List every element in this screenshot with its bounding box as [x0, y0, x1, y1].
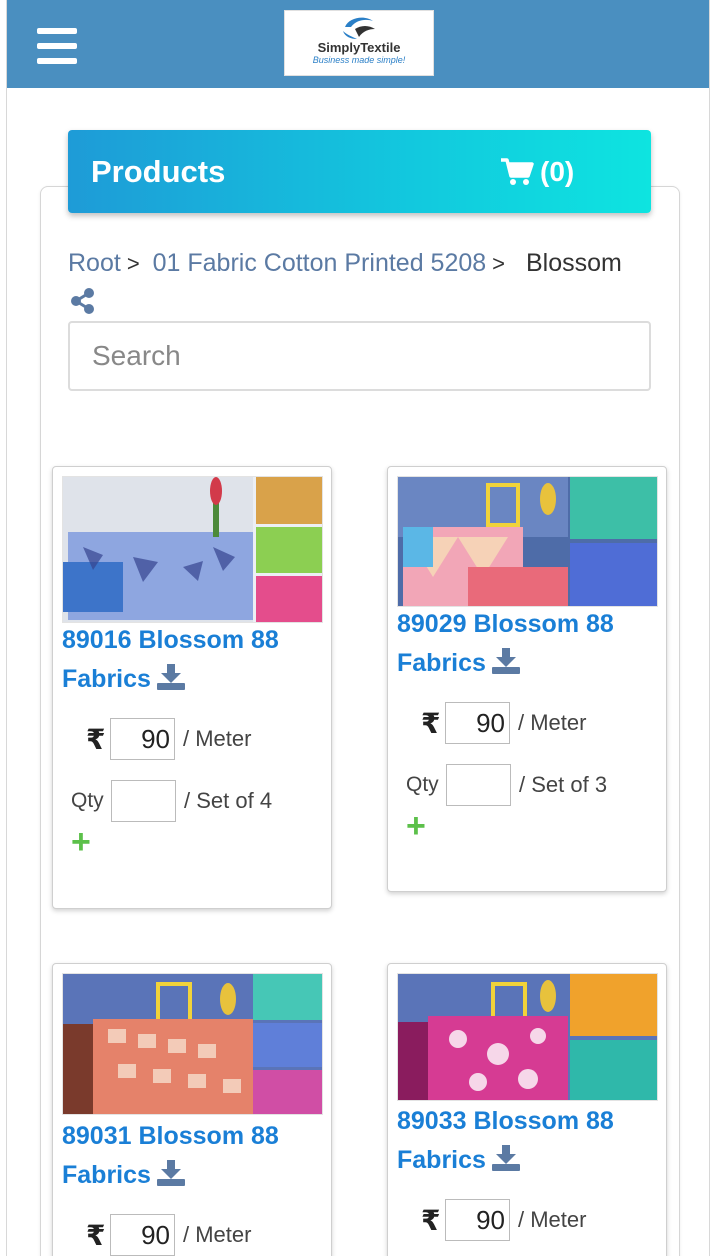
- price-unit: / Meter: [518, 710, 587, 735]
- logo-brand-text: SimplyTextile: [317, 40, 401, 55]
- share-icon[interactable]: [70, 288, 96, 319]
- logo-tagline: Business made simple!: [312, 55, 406, 65]
- download-icon[interactable]: [491, 647, 520, 686]
- download-icon[interactable]: [491, 1144, 520, 1183]
- products-title: Products: [91, 154, 226, 189]
- product-card: 89031 Blossom 88 Fabrics ₹ 90 / Meter: [52, 963, 332, 1256]
- qty-label: Qty: [71, 789, 104, 812]
- price-row: ₹ 90 / Meter: [421, 702, 586, 744]
- breadcrumb-category[interactable]: 01 Fabric Cotton Printed 5208: [153, 249, 487, 277]
- price-field[interactable]: 90: [110, 718, 175, 760]
- price-unit: / Meter: [183, 1222, 252, 1247]
- product-image[interactable]: [62, 476, 323, 623]
- price-field[interactable]: 90: [445, 702, 510, 744]
- breadcrumb-root[interactable]: Root: [68, 249, 121, 277]
- product-image[interactable]: [62, 973, 323, 1115]
- rupee-symbol: ₹: [86, 723, 106, 755]
- logo-swirl-icon: [343, 17, 375, 39]
- product-card: 89016 Blossom 88 Fabrics ₹ 90 / Meter Qt…: [52, 466, 332, 909]
- app-frame: SimplyTextile Business made simple! Prod…: [6, 0, 710, 1256]
- download-icon[interactable]: [156, 663, 185, 702]
- price-unit: / Meter: [518, 1207, 587, 1232]
- product-title[interactable]: 89033 Blossom 88 Fabrics: [397, 1102, 657, 1183]
- hamburger-icon[interactable]: [37, 28, 79, 64]
- product-title[interactable]: 89016 Blossom 88 Fabrics: [62, 621, 322, 702]
- qty-label: Qty: [406, 773, 439, 796]
- plus-icon[interactable]: +: [71, 825, 91, 859]
- price-field[interactable]: 90: [445, 1199, 510, 1241]
- product-title[interactable]: 89029 Blossom 88 Fabrics: [397, 605, 657, 686]
- cart-button[interactable]: (0): [500, 156, 574, 188]
- cart-count: (0): [540, 156, 575, 187]
- products-header-bar: Products (0): [68, 130, 651, 213]
- price-row: ₹ 90 / Meter: [86, 1214, 251, 1256]
- cart-icon: [501, 158, 534, 185]
- price-unit: / Meter: [183, 726, 252, 751]
- set-label: / Set of 3: [519, 772, 608, 797]
- rupee-symbol: ₹: [86, 1219, 106, 1251]
- price-row: ₹ 90 / Meter: [86, 718, 251, 760]
- product-card: 89033 Blossom 88 Fabrics ₹ 90 / Meter: [387, 963, 667, 1256]
- breadcrumb-current: Blossom: [525, 249, 622, 277]
- product-title[interactable]: 89031 Blossom 88 Fabrics: [62, 1117, 322, 1198]
- breadcrumb: Root > 01 Fabric Cotton Printed 5208 > Blo…: [68, 248, 668, 279]
- breadcrumb-separator: >: [492, 251, 506, 276]
- qty-input[interactable]: [111, 780, 176, 822]
- set-label: / Set of 4: [184, 788, 273, 813]
- rupee-symbol: ₹: [421, 1204, 441, 1236]
- rupee-symbol: ₹: [421, 707, 441, 739]
- qty-row: Qty / Set of 3: [406, 764, 607, 806]
- product-image[interactable]: [397, 973, 658, 1101]
- download-icon[interactable]: [156, 1159, 185, 1198]
- product-card: 89029 Blossom 88 Fabrics ₹ 90 / Meter Qt…: [387, 466, 667, 892]
- plus-icon[interactable]: +: [406, 809, 426, 843]
- brand-logo[interactable]: SimplyTextile Business made simple!: [284, 10, 434, 76]
- price-row: ₹ 90 / Meter: [421, 1199, 586, 1241]
- price-field[interactable]: 90: [110, 1214, 175, 1256]
- qty-input[interactable]: [446, 764, 511, 806]
- search-input[interactable]: [68, 321, 651, 391]
- breadcrumb-separator: >: [126, 251, 140, 276]
- product-image[interactable]: [397, 476, 658, 607]
- top-navbar: SimplyTextile Business made simple!: [7, 0, 709, 88]
- qty-row: Qty / Set of 4: [71, 780, 272, 822]
